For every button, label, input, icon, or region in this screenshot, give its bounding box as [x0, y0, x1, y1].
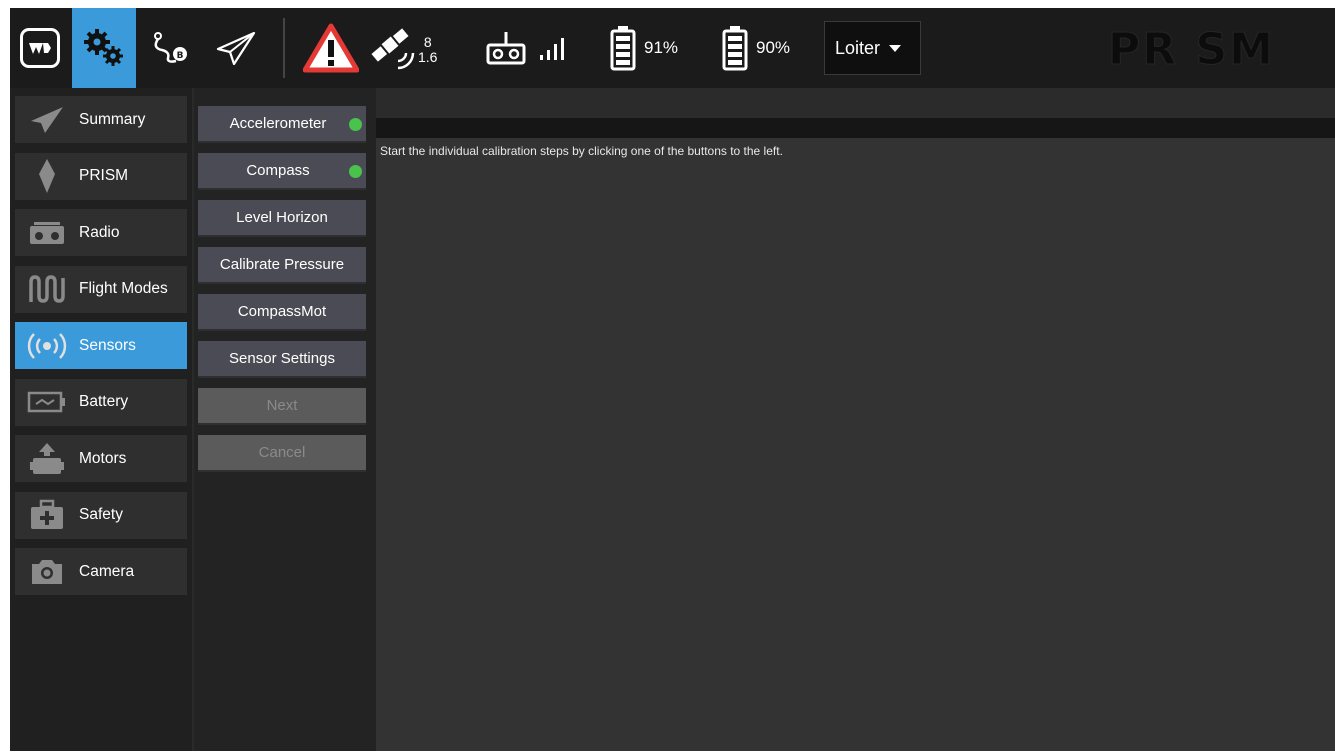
- column-divider: [192, 88, 194, 751]
- app-menu-button[interactable]: [10, 8, 70, 88]
- fly-view-button[interactable]: [204, 8, 268, 88]
- motor-icon: [27, 441, 67, 477]
- app-window: B 8 1.6 91% 90% Loiter PR SM Summary PRI…: [10, 8, 1335, 751]
- level-horizon-button[interactable]: Level Horizon: [198, 200, 366, 237]
- wave-icon: [27, 271, 67, 307]
- sensor-settings-button[interactable]: Sensor Settings: [198, 341, 366, 378]
- rc-transmitter-icon: [486, 32, 526, 65]
- battery-2-status[interactable]: 90%: [722, 8, 832, 88]
- nav-item-label: Sensors: [79, 336, 136, 354]
- accelerometer-label: Accelerometer: [229, 115, 327, 132]
- app-logo-icon: [20, 28, 60, 68]
- nav-item-label: Motors: [79, 449, 127, 467]
- sensor-broadcast-icon: [27, 328, 67, 364]
- gps-readout: 8 1.6: [418, 35, 437, 65]
- battery-icon: [722, 26, 748, 71]
- compassmot-label: CompassMot: [237, 303, 327, 320]
- nav-item-label: Safety: [79, 506, 123, 523]
- flight-mode-select[interactable]: Loiter: [824, 21, 921, 75]
- compass-button[interactable]: Compass: [198, 153, 366, 190]
- calibrate-pressure-button[interactable]: Calibrate Pressure: [198, 247, 366, 284]
- prism-gem-icon: [27, 158, 67, 194]
- rc-transmitter-icon: [27, 215, 67, 251]
- nav-item-sensors[interactable]: Sensors: [15, 322, 187, 369]
- setup-nav: Summary PRISM Radio Flight Modes Sensors…: [15, 96, 187, 605]
- compass-label: Compass: [246, 162, 310, 179]
- nav-item-camera[interactable]: Camera: [15, 548, 187, 595]
- compassmot-button[interactable]: CompassMot: [198, 294, 366, 331]
- rc-rssi-status[interactable]: [486, 8, 596, 88]
- camera-icon: [27, 554, 67, 590]
- prism-logo: PR SM: [1108, 27, 1275, 72]
- nav-item-label: Camera: [79, 562, 135, 580]
- svg-text:B: B: [177, 51, 184, 61]
- main-toolbar: B 8 1.6 91% 90% Loiter PR SM: [10, 8, 1335, 88]
- toolbar-separator: [283, 18, 285, 78]
- gps-satellite-count: 8: [423, 34, 432, 50]
- next-button[interactable]: Next: [198, 388, 366, 425]
- warning-icon: [303, 23, 359, 73]
- cancel-button[interactable]: Cancel: [198, 435, 366, 472]
- battery-icon: [610, 26, 636, 71]
- calibration-instructions: Start the individual calibration steps b…: [380, 144, 783, 158]
- nav-item-flight-modes[interactable]: Flight Modes: [15, 265, 187, 313]
- paper-plane-icon: [27, 102, 67, 138]
- nav-item-prism[interactable]: PRISM: [15, 152, 187, 200]
- waypoint-path-icon: B: [154, 32, 187, 63]
- flight-mode-value: Loiter: [835, 37, 881, 58]
- content-header-divider: [376, 118, 1335, 138]
- content-header-bar: [376, 88, 1335, 118]
- battery-1-percent: 91%: [644, 38, 679, 57]
- battery-icon: [27, 384, 67, 420]
- level-horizon-label: Level Horizon: [236, 209, 328, 226]
- calibrate-pressure-label: Calibrate Pressure: [219, 256, 345, 273]
- prism-logo-text: PR SM: [1108, 24, 1275, 75]
- messages-button[interactable]: [298, 8, 364, 88]
- nav-item-motors[interactable]: Motors: [15, 435, 187, 482]
- nav-item-label: PRISM: [79, 167, 129, 184]
- gps-hdop: 1.6: [418, 49, 438, 65]
- gps-status[interactable]: 8 1.6: [370, 8, 470, 88]
- paper-plane-icon: [216, 31, 256, 65]
- nav-item-safety[interactable]: Safety: [15, 491, 187, 539]
- plan-view-button[interactable]: B: [138, 8, 202, 88]
- signal-bars-icon: [540, 38, 564, 60]
- nav-item-label: Battery: [79, 393, 129, 410]
- nav-item-battery[interactable]: Battery: [15, 378, 187, 426]
- setup-button[interactable]: [72, 8, 136, 88]
- accelerometer-button[interactable]: Accelerometer: [198, 106, 366, 143]
- gears-icon: [84, 29, 123, 66]
- calibration-content-panel: Start the individual calibration steps b…: [376, 138, 1335, 751]
- nav-item-summary[interactable]: Summary: [15, 96, 187, 143]
- first-aid-kit-icon: [27, 497, 67, 533]
- cancel-label: Cancel: [258, 444, 306, 461]
- accelerometer-status-dot: [349, 118, 362, 131]
- satellite-icon: [371, 28, 415, 70]
- sensor-settings-label: Sensor Settings: [229, 350, 335, 367]
- chevron-down-icon: [889, 44, 902, 52]
- battery-1-status[interactable]: 91%: [610, 8, 720, 88]
- next-label: Next: [266, 397, 298, 414]
- battery-2-percent: 90%: [756, 38, 791, 57]
- compass-status-dot: [349, 165, 362, 178]
- nav-item-label: Flight Modes: [79, 280, 168, 297]
- nav-item-label: Radio: [79, 223, 120, 241]
- nav-item-label: Summary: [79, 110, 146, 128]
- nav-item-radio[interactable]: Radio: [15, 209, 187, 256]
